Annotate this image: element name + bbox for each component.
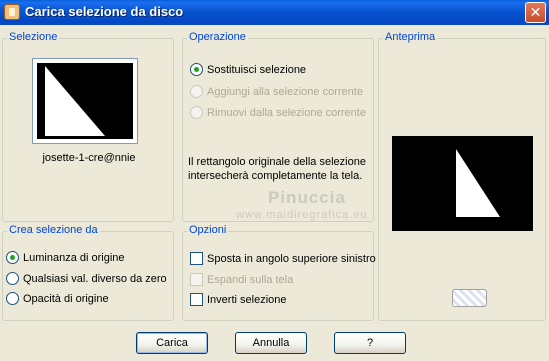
watermark-name: Pinuccia xyxy=(268,188,346,207)
radio-label: Aggiungi alla selezione corrente xyxy=(207,85,363,98)
help-button[interactable]: ? xyxy=(334,332,406,354)
watermark-url: www.maidiregrafica.eu xyxy=(236,209,368,221)
radio-label: Sostituisci selezione xyxy=(207,63,307,76)
close-icon: ✕ xyxy=(529,4,542,20)
cancel-button[interactable]: Annulla xyxy=(235,332,307,354)
create-selection-from-group: Crea selezione da Luminanza di origine Q… xyxy=(2,224,174,321)
radio-label: Opacità di origine xyxy=(23,292,109,305)
radio-label: Rimuovi dalla selezione corrente xyxy=(207,106,366,119)
preview-shape xyxy=(456,149,500,217)
selection-thumbnail-picker[interactable] xyxy=(32,58,138,144)
selection-file-name: josette-1-cre@nnie xyxy=(42,152,136,164)
close-button[interactable]: ✕ xyxy=(525,2,546,23)
radio-replace-selection[interactable]: Sostituisci selezione xyxy=(190,63,306,76)
radio-any-nonzero-value[interactable]: Qualsiasi val. diverso da zero xyxy=(6,272,167,285)
title-bar: Carica selezione da disco ✕ xyxy=(0,0,549,25)
check-move-top-left[interactable]: Sposta in angolo superiore sinistro xyxy=(190,252,376,265)
create-selection-legend: Crea selezione da xyxy=(7,224,100,236)
checkbox-label: Inverti selezione xyxy=(207,293,287,306)
options-group-legend: Opzioni xyxy=(187,224,229,236)
checkbox[interactable] xyxy=(190,293,203,306)
check-invert-selection[interactable]: Inverti selezione xyxy=(190,293,287,306)
preview-canvas xyxy=(392,136,533,231)
radio-source-opacity[interactable]: Opacità di origine xyxy=(6,292,109,305)
radio-button[interactable] xyxy=(6,292,19,305)
selection-thumbnail xyxy=(37,63,133,139)
checkbox-label: Sposta in angolo superiore sinistro xyxy=(207,252,376,265)
checkbox[interactable] xyxy=(190,273,203,286)
radio-button[interactable] xyxy=(190,106,203,119)
preview-group-legend: Anteprima xyxy=(383,31,438,43)
preview-toggle-button[interactable] xyxy=(452,289,487,307)
chevron-down-icon[interactable] xyxy=(125,97,131,101)
radio-remove-from-selection[interactable]: Rimuovi dalla selezione corrente xyxy=(190,106,366,119)
selection-group: Selezione josette-1-cre@nnie xyxy=(2,31,174,222)
checkbox[interactable] xyxy=(190,252,203,265)
check-expand-canvas[interactable]: Espandi sulla tela xyxy=(190,273,293,286)
radio-button[interactable] xyxy=(190,85,203,98)
radio-button[interactable] xyxy=(190,63,203,76)
checkbox-label: Espandi sulla tela xyxy=(207,273,294,286)
operation-info-text: Il rettangolo originale della selezione … xyxy=(188,156,366,182)
radio-label: Qualsiasi val. diverso da zero xyxy=(23,272,167,285)
radio-button[interactable] xyxy=(6,251,19,264)
selection-group-legend: Selezione xyxy=(7,31,60,43)
operation-group-legend: Operazione xyxy=(187,31,248,43)
preview-group: Anteprima xyxy=(378,31,546,321)
load-selection-dialog: Carica selezione da disco ✕ Selezione jo… xyxy=(0,0,549,361)
load-button[interactable]: Carica xyxy=(136,332,208,354)
window-title: Carica selezione da disco xyxy=(25,4,184,19)
radio-label: Luminanza di origine xyxy=(23,251,125,264)
thumbnail-shape xyxy=(45,66,105,136)
radio-add-to-selection[interactable]: Aggiungi alla selezione corrente xyxy=(190,85,363,98)
radio-button[interactable] xyxy=(6,272,19,285)
radio-source-luminance[interactable]: Luminanza di origine xyxy=(6,251,125,264)
options-group: Opzioni Sposta in angolo superiore sinis… xyxy=(182,224,376,321)
app-icon xyxy=(4,4,20,20)
